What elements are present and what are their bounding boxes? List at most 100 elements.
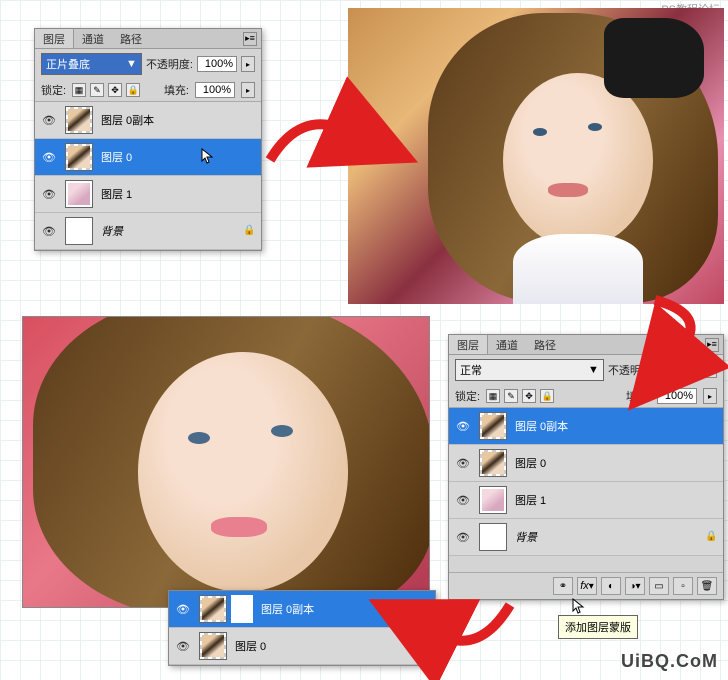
layer-row[interactable]: 👁 背景 🔒 xyxy=(449,519,723,556)
opacity-label: 不透明度: xyxy=(146,56,193,72)
lock-icons: ▦ ✎ ✥ 🔒 xyxy=(72,83,140,97)
lock-label: 锁定: xyxy=(455,388,480,404)
visibility-icon[interactable]: 👁 xyxy=(455,455,471,471)
adjustment-layer-icon[interactable]: ◑▾ xyxy=(625,577,645,595)
new-layer-icon[interactable]: ▫ xyxy=(673,577,693,595)
blend-mode-select[interactable]: 正片叠底 ▼ xyxy=(41,53,142,75)
layer-thumbnail[interactable] xyxy=(65,143,93,171)
lock-icons: ▦ ✎ ✥ 🔒 xyxy=(486,389,554,403)
watermark-site: UiBQ.CoM xyxy=(621,651,718,672)
layers-panel-1: 图层 通道 路径 ▸≡ 正片叠底 ▼ 不透明度: 100% ▸ 锁定: ▦ ✎ … xyxy=(34,28,262,251)
fill-label: 填充: xyxy=(164,82,189,98)
eye-shape xyxy=(271,425,293,437)
layers-strip: 👁 图层 0副本 👁 图层 0 xyxy=(168,590,436,666)
lock-label: 锁定: xyxy=(41,82,66,98)
tab-channels[interactable]: 通道 xyxy=(488,335,526,354)
visibility-icon[interactable]: 👁 xyxy=(41,149,57,165)
tooltip: 添加图层蒙版 xyxy=(558,615,638,639)
blend-mode-select[interactable]: 正常 ▼ xyxy=(455,359,604,381)
layer-style-icon[interactable]: fx▾ xyxy=(577,577,597,595)
fill-input[interactable]: 100% xyxy=(657,388,697,404)
visibility-icon[interactable]: 👁 xyxy=(41,186,57,202)
tab-paths[interactable]: 路径 xyxy=(112,29,150,48)
link-layers-icon[interactable]: ⚭ xyxy=(553,577,573,595)
new-group-icon[interactable]: ▭ xyxy=(649,577,669,595)
layer-name[interactable]: 图层 0 xyxy=(515,455,717,471)
lock-position-icon[interactable]: ✥ xyxy=(522,389,536,403)
tab-channels[interactable]: 通道 xyxy=(74,29,112,48)
eye-shape xyxy=(188,432,210,444)
layer-row[interactable]: 👁 图层 0副本 xyxy=(35,102,261,139)
fill-stepper[interactable]: ▸ xyxy=(703,388,717,404)
layers-panel-2: 图层 通道 路径 ▸≡ 正常 ▼ 不透明度: 100% ▸ 锁定: ▦ ✎ ✥ … xyxy=(448,334,724,600)
layer-row-selected[interactable]: 👁 图层 0副本 xyxy=(449,408,723,445)
tab-layers[interactable]: 图层 xyxy=(449,335,488,354)
tab-layers[interactable]: 图层 xyxy=(35,29,74,48)
layer-row-selected[interactable]: 👁 图层 0副本 xyxy=(169,591,435,628)
layer-thumbnail[interactable] xyxy=(479,412,507,440)
visibility-icon[interactable]: 👁 xyxy=(175,638,191,654)
layer-name[interactable]: 图层 1 xyxy=(515,492,717,508)
lock-all-icon[interactable]: 🔒 xyxy=(126,83,140,97)
lock-all-icon[interactable]: 🔒 xyxy=(540,389,554,403)
layer-name[interactable]: 图层 0 xyxy=(235,638,429,654)
lock-pixels-icon[interactable]: ✎ xyxy=(90,83,104,97)
blend-mode-value: 正常 xyxy=(460,362,482,378)
opacity-input[interactable]: 100% xyxy=(197,56,237,72)
visibility-icon[interactable]: 👁 xyxy=(455,492,471,508)
layer-row[interactable]: 👁 背景 🔒 xyxy=(35,213,261,250)
panel-footer: ⚭ fx▾ ◐ ◑▾ ▭ ▫ 🗑 xyxy=(449,572,723,599)
layer-name[interactable]: 图层 0副本 xyxy=(101,112,255,128)
layer-list: 👁 图层 0副本 👁 图层 0 👁 图层 1 👁 背景 🔒 xyxy=(35,102,261,250)
opacity-input[interactable]: 100% xyxy=(659,362,699,378)
panel-tabs: 图层 通道 路径 ▸≡ xyxy=(449,335,723,355)
add-mask-icon[interactable]: ◐ xyxy=(601,577,621,595)
opacity-stepper[interactable]: ▸ xyxy=(241,56,255,72)
layer-thumbnail[interactable] xyxy=(65,180,93,208)
visibility-icon[interactable]: 👁 xyxy=(41,223,57,239)
visibility-icon[interactable]: 👁 xyxy=(41,112,57,128)
layer-thumbnail[interactable] xyxy=(479,449,507,477)
lock-pixels-icon[interactable]: ✎ xyxy=(504,389,518,403)
result-image-2 xyxy=(22,316,430,608)
layer-name[interactable]: 图层 0副本 xyxy=(261,601,429,617)
opacity-label: 不透明度: xyxy=(608,362,655,378)
eye-shape xyxy=(533,128,547,136)
layer-row[interactable]: 👁 图层 0 xyxy=(449,445,723,482)
cursor-icon xyxy=(572,598,586,616)
opacity-stepper[interactable]: ▸ xyxy=(703,362,717,378)
lock-transparency-icon[interactable]: ▦ xyxy=(72,83,86,97)
blend-mode-value: 正片叠底 xyxy=(46,56,90,72)
tab-paths[interactable]: 路径 xyxy=(526,335,564,354)
visibility-icon[interactable]: 👁 xyxy=(455,529,471,545)
layer-thumbnail[interactable] xyxy=(65,217,93,245)
mouth-shape xyxy=(548,183,588,197)
layer-row[interactable]: 👁 图层 1 xyxy=(449,482,723,519)
layer-name[interactable]: 背景 xyxy=(515,529,697,545)
lock-transparency-icon[interactable]: ▦ xyxy=(486,389,500,403)
mouth-shape xyxy=(211,517,267,537)
chevron-down-icon: ▼ xyxy=(588,364,599,376)
fill-stepper[interactable]: ▸ xyxy=(241,82,255,98)
fill-input[interactable]: 100% xyxy=(195,82,235,98)
layer-row[interactable]: 👁 图层 1 xyxy=(35,176,261,213)
layer-name[interactable]: 图层 0副本 xyxy=(515,418,717,434)
layer-thumbnail[interactable] xyxy=(479,523,507,551)
panel-menu-icon[interactable]: ▸≡ xyxy=(243,32,257,46)
lock-position-icon[interactable]: ✥ xyxy=(108,83,122,97)
layer-mask-thumbnail[interactable] xyxy=(231,595,253,623)
layer-row[interactable]: 👁 图层 0 xyxy=(169,628,435,665)
layer-thumbnail[interactable] xyxy=(479,486,507,514)
layer-thumbnail[interactable] xyxy=(199,632,227,660)
visibility-icon[interactable]: 👁 xyxy=(175,601,191,617)
layer-thumbnail[interactable] xyxy=(199,595,227,623)
panel-menu-icon[interactable]: ▸≡ xyxy=(705,338,719,352)
layer-list: 👁 图层 0副本 👁 图层 0 👁 图层 1 👁 背景 🔒 xyxy=(449,408,723,556)
delete-layer-icon[interactable]: 🗑 xyxy=(697,577,717,595)
layer-name[interactable]: 背景 xyxy=(101,223,235,239)
layer-thumbnail[interactable] xyxy=(65,106,93,134)
visibility-icon[interactable]: 👁 xyxy=(455,418,471,434)
layer-row-selected[interactable]: 👁 图层 0 xyxy=(35,139,261,176)
fill-label: 填充: xyxy=(626,388,651,404)
layer-name[interactable]: 图层 1 xyxy=(101,186,255,202)
